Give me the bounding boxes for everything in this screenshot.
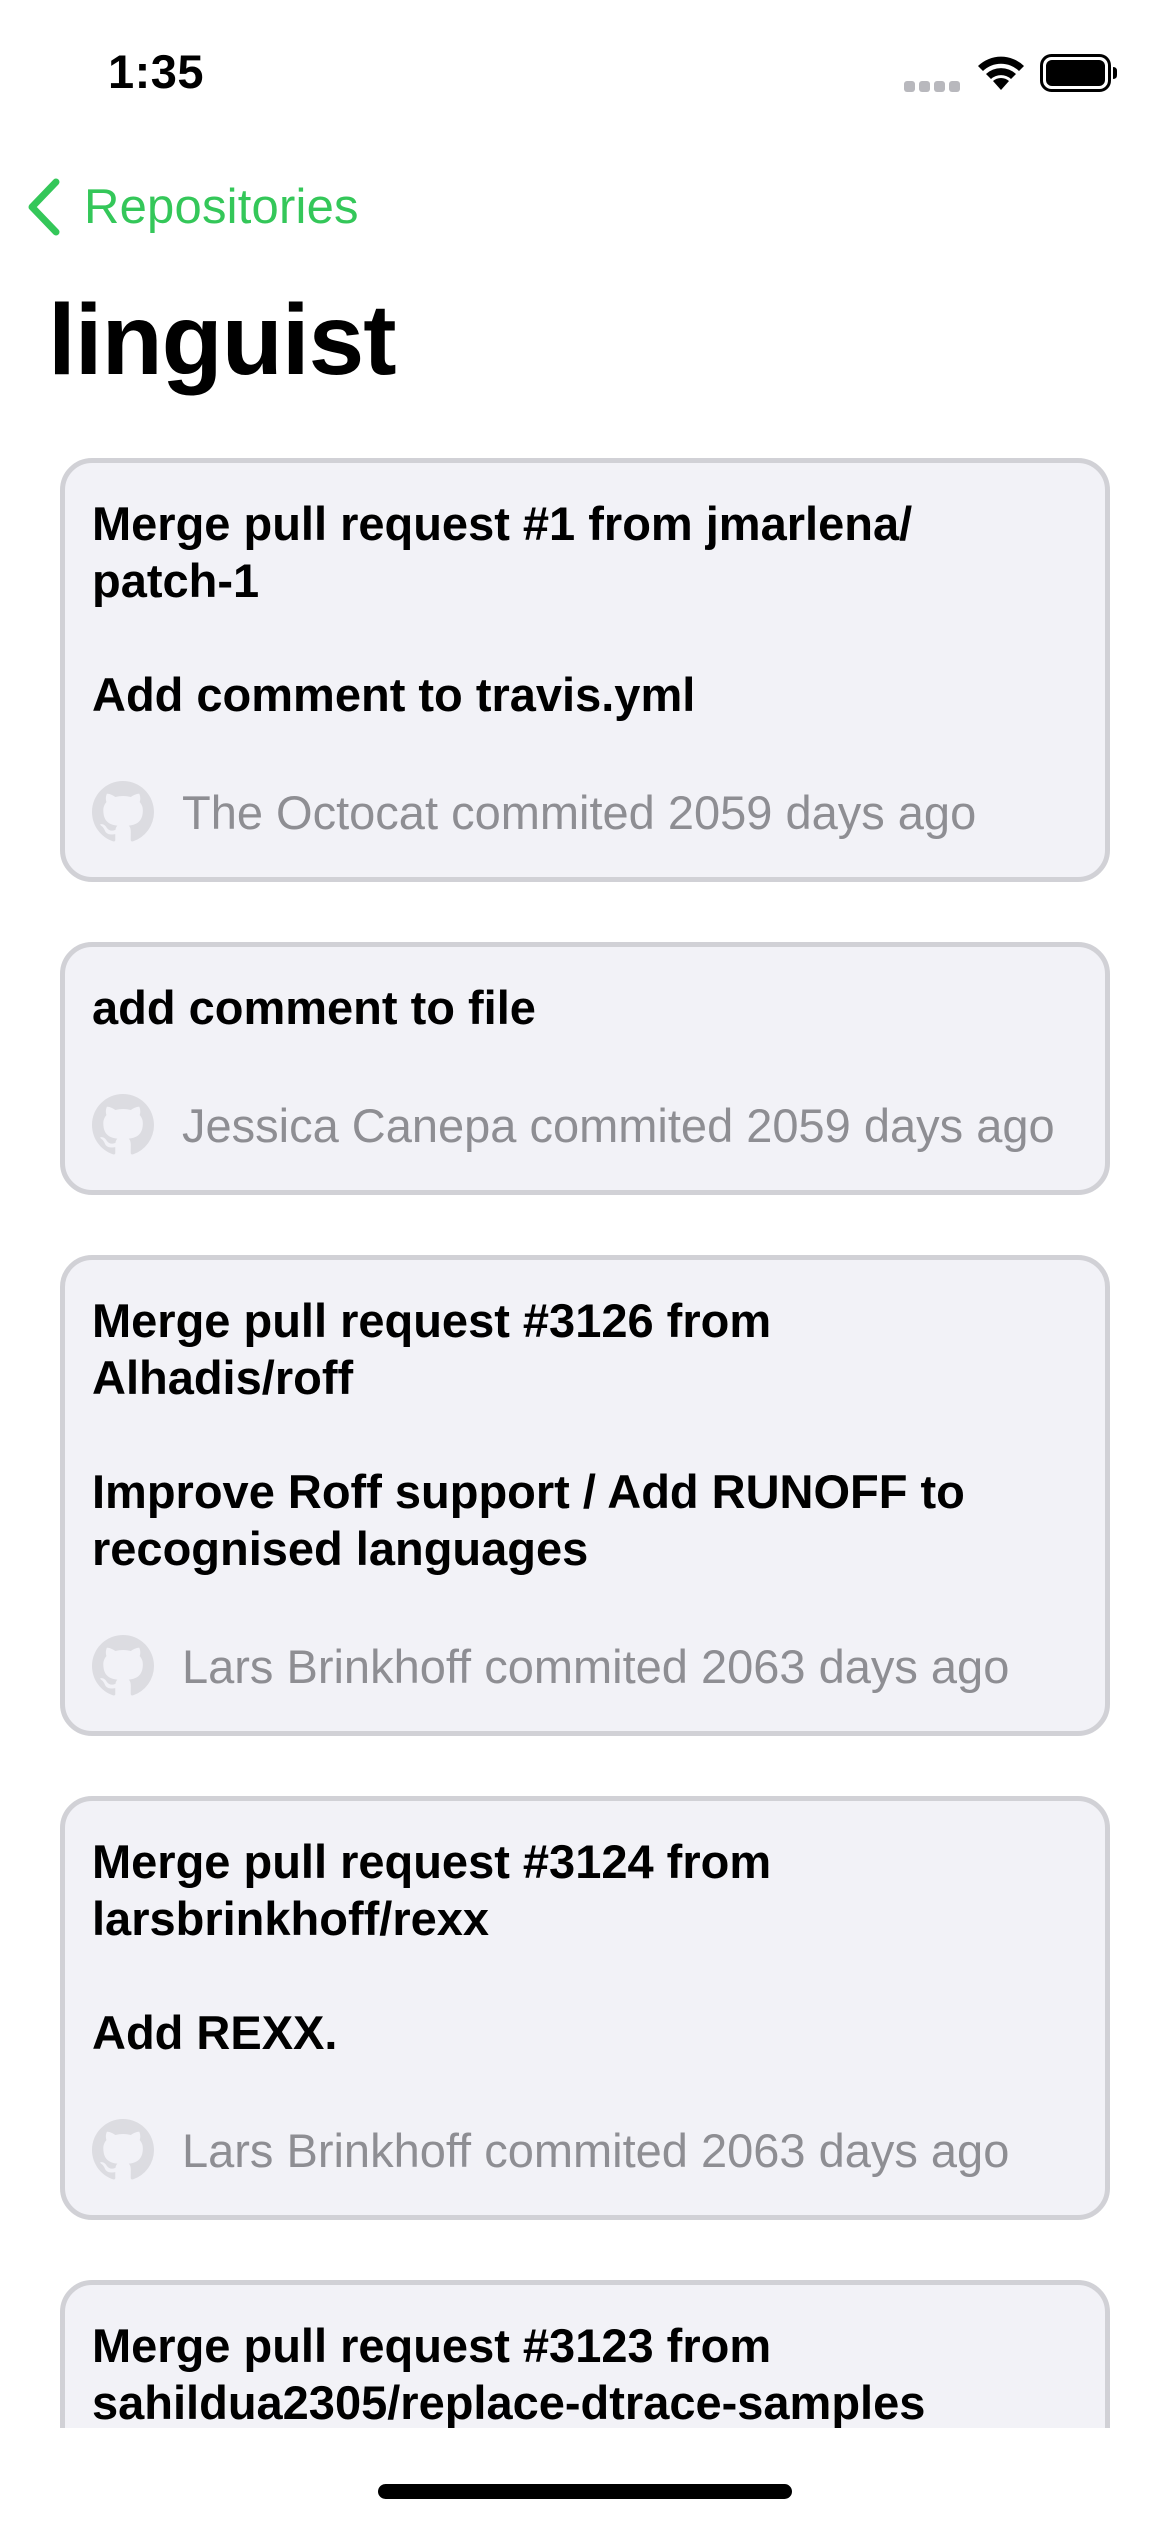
commit-footer: Lars Brinkhoff commited 2063 days ago — [92, 1635, 1077, 1697]
home-indicator[interactable] — [378, 2484, 792, 2499]
commit-message: Merge pull request #3123 from sahildua23… — [92, 2319, 926, 2428]
commit-time: commited 2059 days ago — [529, 1098, 1055, 1152]
github-icon — [92, 2119, 154, 2180]
back-button-label: Repositories — [84, 180, 359, 234]
commit-card[interactable]: Merge pull request #3126 from Alhadis/ro… — [60, 1255, 1110, 1736]
commit-author-line: Lars Brinkhoff commited 2063 days ago — [182, 1639, 1009, 1694]
cellular-signal-icon — [904, 81, 962, 93]
commit-time: commited 2063 days ago — [484, 1639, 1010, 1693]
commit-author: Lars Brinkhoff — [182, 2123, 472, 2177]
commit-author: Lars Brinkhoff — [182, 1639, 472, 1693]
commit-author-line: Jessica Canepa commited 2059 days ago — [182, 1098, 1055, 1153]
commit-message: add comment to file — [92, 981, 536, 1034]
github-icon — [92, 1635, 154, 1696]
commit-footer: Lars Brinkhoff commited 2063 days ago — [92, 2119, 1077, 2181]
commit-author: Jessica Canepa — [182, 1098, 517, 1152]
status-time: 1:35 — [108, 45, 205, 98]
chevron-left-icon — [28, 178, 60, 236]
commit-list[interactable]: Merge pull request #1 from jmarlena/ pat… — [60, 458, 1110, 2428]
commit-time: commited 2063 days ago — [484, 2123, 1010, 2177]
commit-message: Merge pull request #3124 from larsbrinkh… — [92, 1835, 772, 2059]
commit-card[interactable]: add comment to file Jessica Canepa commi… — [60, 942, 1110, 1195]
page-title: linguist — [48, 284, 397, 396]
screen: 1:35 Repositories linguist Merge pull re… — [0, 0, 1170, 2532]
commit-author: The Octocat — [182, 785, 438, 839]
wifi-icon — [978, 56, 1024, 90]
github-icon — [92, 1094, 154, 1155]
commit-card[interactable]: Merge pull request #3123 from sahildua23… — [60, 2280, 1110, 2428]
battery-icon — [1040, 54, 1117, 92]
commit-time: commited 2059 days ago — [451, 785, 977, 839]
status-bar: 1:35 — [0, 0, 1170, 140]
back-button[interactable]: Repositories — [24, 172, 359, 242]
commit-author-line: Lars Brinkhoff commited 2063 days ago — [182, 2123, 1009, 2178]
github-icon — [92, 781, 154, 842]
commit-card[interactable]: Merge pull request #3124 from larsbrinkh… — [60, 1796, 1110, 2220]
commit-author-line: The Octocat commited 2059 days ago — [182, 785, 976, 840]
commit-footer: The Octocat commited 2059 days ago — [92, 781, 1077, 843]
commit-message: Merge pull request #1 from jmarlena/ pat… — [92, 497, 913, 721]
commit-footer: Jessica Canepa commited 2059 days ago — [92, 1094, 1077, 1156]
commit-message: Merge pull request #3126 from Alhadis/ro… — [92, 1294, 965, 1575]
commit-card[interactable]: Merge pull request #1 from jmarlena/ pat… — [60, 458, 1110, 882]
